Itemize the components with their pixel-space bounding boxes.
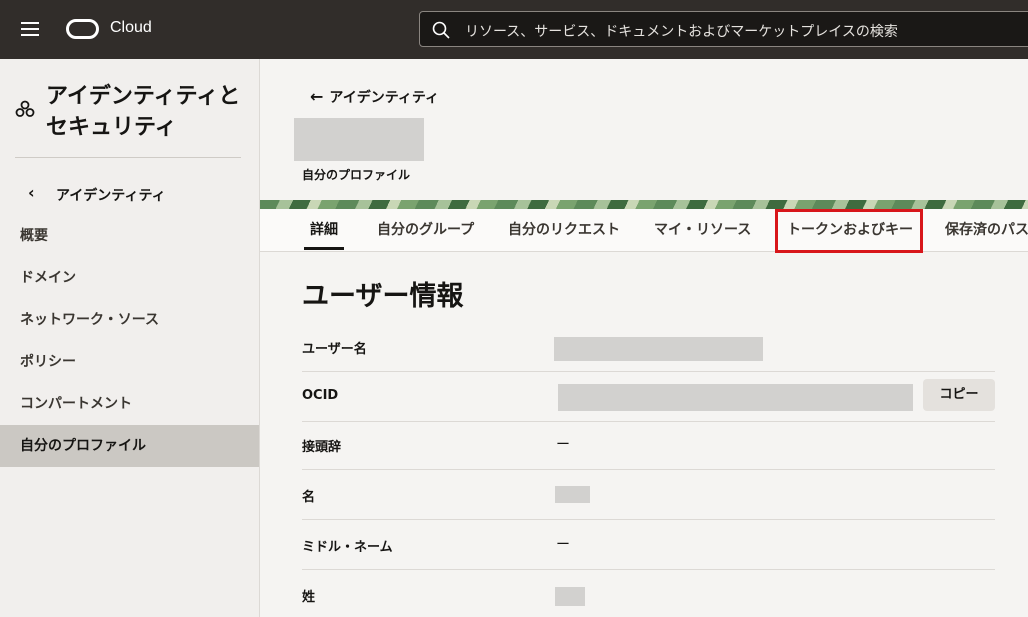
redacted-first-name [555,486,590,503]
search-input[interactable]: リソース、サービス、ドキュメントおよびマーケットプレイスの検索 [419,11,1028,47]
detail-row-first-name: 名 [302,470,995,520]
tab-details[interactable]: 詳細 [304,209,344,252]
row-label: OCID [302,388,339,403]
sidebar-back-link[interactable]: ‹ アイデンティティ [28,183,248,205]
detail-row-middle-name: ミドル・ネーム ー [302,520,995,570]
arrow-left-icon: ← [310,87,324,106]
search-placeholder: リソース、サービス、ドキュメントおよびマーケットプレイスの検索 [465,24,898,40]
highlight-box [775,209,923,253]
detail-row-prefix: 接頭辞 ー [302,420,995,470]
row-label: ユーザー名 [302,342,367,357]
row-label: 接頭辞 [302,440,342,455]
redacted-last-name [555,587,585,606]
tab-my-resources[interactable]: マイ・リソース [654,209,751,252]
identity-security-icon [15,100,35,117]
redacted-profile-name [294,118,424,161]
sidebar: アイデンティティとセキュリティ ‹ アイデンティティ 概要 ドメイン ネットワー… [0,59,260,617]
sidebar-title: アイデンティティとセキュリティ [46,84,241,140]
tab-saved-paths[interactable]: 保存済のパス [945,209,1028,252]
sidebar-item-my-profile[interactable]: 自分のプロファイル [0,425,259,467]
profile-header: ← アイデンティティ 自分のプロファイル [260,59,1028,209]
chevron-left-icon: ‹ [28,183,35,202]
copy-button[interactable]: コピー [923,379,995,411]
row-value: ー [556,537,570,553]
back-link-label: アイデンティティ [329,90,440,106]
top-bar: Cloud リソース、サービス、ドキュメントおよびマーケットプレイスの検索 [0,0,1028,59]
tab-my-groups[interactable]: 自分のグループ [377,209,474,252]
sidebar-item-overview[interactable]: 概要 [0,215,259,257]
sidebar-item-policies[interactable]: ポリシー [0,341,259,383]
sidebar-back-label: アイデンティティ [56,188,166,204]
section-title: ユーザー情報 [302,281,464,312]
sidebar-divider [15,157,241,158]
sidebar-item-network-sources[interactable]: ネットワーク・ソース [0,299,259,341]
row-label: ミドル・ネーム [302,540,393,555]
oracle-logo-icon[interactable] [66,19,99,39]
detail-row-last-name: 姓 [302,570,995,617]
row-value: ー [556,437,570,453]
tab-my-requests[interactable]: 自分のリクエスト [508,209,620,252]
sidebar-item-compartments[interactable]: コンパートメント [0,383,259,425]
redacted-username [554,337,763,361]
profile-caption: 自分のプロファイル [302,168,411,182]
row-label: 姓 [302,590,316,605]
brand-name[interactable]: Cloud [110,19,152,37]
back-link[interactable]: ← アイデンティティ [310,87,439,107]
redacted-ocid [558,384,913,411]
row-label: 名 [302,490,316,505]
hamburger-menu-icon[interactable] [21,22,39,36]
search-icon [432,21,450,39]
sidebar-item-domains[interactable]: ドメイン [0,257,259,299]
